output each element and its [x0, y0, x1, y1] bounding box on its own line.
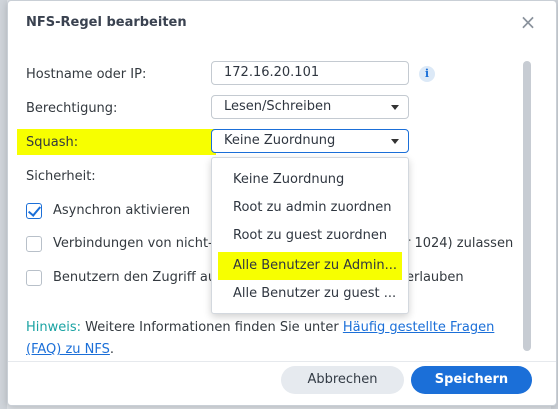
- security-label: Sicherheit:: [26, 169, 96, 184]
- info-icon[interactable]: i: [419, 66, 435, 82]
- close-icon[interactable]: ×: [517, 11, 539, 33]
- backdrop-left: [0, 0, 7, 409]
- dropdown-option-root-guest[interactable]: Root zu guest zuordnen: [212, 222, 408, 250]
- subfolder-label: Benutzern den Zugriff au: [53, 270, 217, 285]
- squash-value: Keine Zuordnung: [224, 133, 336, 148]
- async-label: Asynchron aktivieren: [53, 203, 191, 218]
- permission-value: Lesen/Schreiben: [224, 99, 332, 114]
- hint-text: Hinweis: Weitere Informationen finden Si…: [26, 317, 516, 361]
- permission-label: Berechtigung:: [26, 101, 118, 116]
- async-checkbox[interactable]: [26, 203, 42, 219]
- subfolder-label-suffix: erlauben: [406, 270, 464, 285]
- scrollbar-thumb[interactable]: [523, 61, 531, 351]
- hint-end: .: [109, 342, 115, 357]
- nonprivileged-label: Verbindungen von nicht-: [53, 236, 213, 251]
- faq-link-cont[interactable]: (FAQ) zu NFS: [26, 342, 110, 357]
- dropdown-option-root-admin[interactable]: Root zu admin zuordnen: [212, 194, 408, 222]
- dropdown-option-all-guest[interactable]: Alle Benutzer zu guest ...: [212, 280, 408, 308]
- dropdown-option-all-admin[interactable]: Alle Benutzer zu Admin...: [212, 252, 408, 280]
- save-button[interactable]: Speichern: [411, 366, 532, 394]
- nfs-rule-dialog: NFS-Regel bearbeiten × Hostname oder IP:…: [7, 0, 557, 406]
- subfolder-checkbox[interactable]: [26, 270, 42, 286]
- squash-label: Squash:: [26, 135, 79, 150]
- hostname-label: Hostname oder IP:: [26, 67, 147, 82]
- chevron-down-icon: [391, 105, 399, 110]
- dropdown-option-no-mapping[interactable]: Keine Zuordnung: [212, 166, 408, 194]
- scrollbar[interactable]: [523, 61, 531, 351]
- squash-select[interactable]: Keine Zuordnung: [211, 129, 409, 153]
- permission-select[interactable]: Lesen/Schreiben: [211, 95, 409, 119]
- nonprivileged-label-suffix: r 1024) zulassen: [405, 236, 514, 251]
- nonprivileged-checkbox[interactable]: [26, 236, 42, 252]
- footer-divider: [8, 361, 556, 362]
- dialog-title: NFS-Regel bearbeiten: [26, 15, 187, 30]
- cancel-button[interactable]: Abbrechen: [281, 366, 404, 394]
- chevron-down-icon: [391, 139, 399, 144]
- hostname-input[interactable]: 172.16.20.101: [211, 61, 409, 85]
- faq-link[interactable]: Häufig gestellte Fragen: [343, 320, 494, 335]
- hint-body: Weitere Informationen finden Sie unter: [81, 320, 343, 335]
- squash-dropdown-list: Keine Zuordnung Root zu admin zuordnen R…: [211, 157, 409, 314]
- hint-label: Hinweis:: [26, 320, 82, 335]
